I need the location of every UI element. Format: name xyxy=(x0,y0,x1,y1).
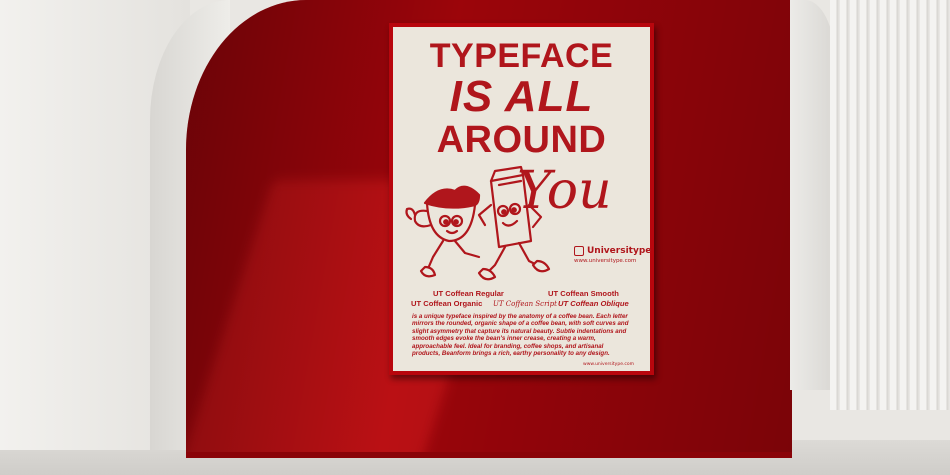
coffee-cup-mascot-icon xyxy=(405,185,481,278)
description-text: is a unique typeface inspired by the ana… xyxy=(412,313,629,358)
poster: TYPEFACE IS ALL AROUND You Universitype … xyxy=(389,23,654,375)
baseboard xyxy=(186,452,792,458)
font-smooth: UT Coffean Smooth xyxy=(548,289,619,298)
ribbed-wall xyxy=(830,0,950,410)
universitype-logo-icon xyxy=(574,246,584,256)
headline-line-2: IS ALL xyxy=(449,72,594,121)
headline-line-1: TYPEFACE xyxy=(429,37,614,75)
font-script: UT Coffean Script xyxy=(493,300,557,308)
right-pillar xyxy=(790,0,835,390)
poster-paper: TYPEFACE IS ALL AROUND You Universitype … xyxy=(393,27,651,371)
gallery-scene: TYPEFACE IS ALL AROUND You Universitype … xyxy=(0,0,950,475)
brand-name: Universitype xyxy=(574,246,651,256)
footer-url: www.universitype.com xyxy=(583,362,634,367)
font-organic: UT Coffean Organic xyxy=(411,299,483,308)
font-regular: UT Coffean Regular xyxy=(433,289,504,298)
brand-label: Universitype xyxy=(587,246,652,256)
font-oblique: UT Coffean Oblique xyxy=(558,299,629,308)
brand-url: www.universitype.com xyxy=(574,258,637,264)
script-word: You xyxy=(517,161,612,221)
